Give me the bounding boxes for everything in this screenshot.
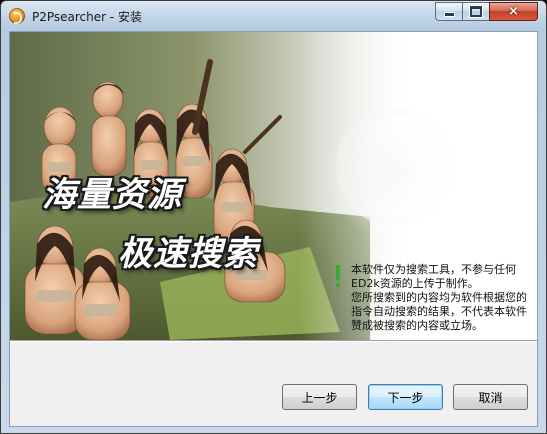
- next-button[interactable]: 下一步: [368, 384, 443, 410]
- window-title: P2Psearcher - 安装: [32, 10, 143, 24]
- installer-client-area: 海量资源 极速搜索 本软件仅为搜索工具，不参与任何ED2k资源的上传于制作。 您…: [9, 31, 538, 427]
- close-button[interactable]: ×: [489, 2, 538, 21]
- footer-divider: [10, 340, 537, 342]
- disclaimer-text: 本软件仅为搜索工具，不参与任何ED2k资源的上传于制作。 您所搜索到的内容均为软…: [351, 263, 527, 332]
- app-icon[interactable]: [9, 8, 25, 24]
- maximize-button[interactable]: [462, 2, 489, 21]
- cancel-button[interactable]: 取消: [453, 384, 528, 410]
- minimize-icon: [443, 12, 455, 17]
- slogan-line-1: 海量资源: [42, 175, 182, 215]
- maximize-icon: [470, 6, 482, 17]
- close-icon: ×: [508, 4, 519, 19]
- exclamation-icon: [336, 265, 340, 287]
- banner-image: 海量资源 极速搜索 本软件仅为搜索工具，不参与任何ED2k资源的上传于制作。 您…: [10, 32, 537, 340]
- title-bar[interactable]: P2Psearcher - 安装 ×: [1, 1, 546, 31]
- installer-window: P2Psearcher - 安装 × 海量资源 极速搜索 本软件仅为搜索工具，不…: [0, 0, 547, 434]
- back-button[interactable]: 上一步: [282, 384, 357, 410]
- minimize-button[interactable]: [435, 2, 462, 21]
- slogan-line-2: 极速搜索: [118, 234, 258, 274]
